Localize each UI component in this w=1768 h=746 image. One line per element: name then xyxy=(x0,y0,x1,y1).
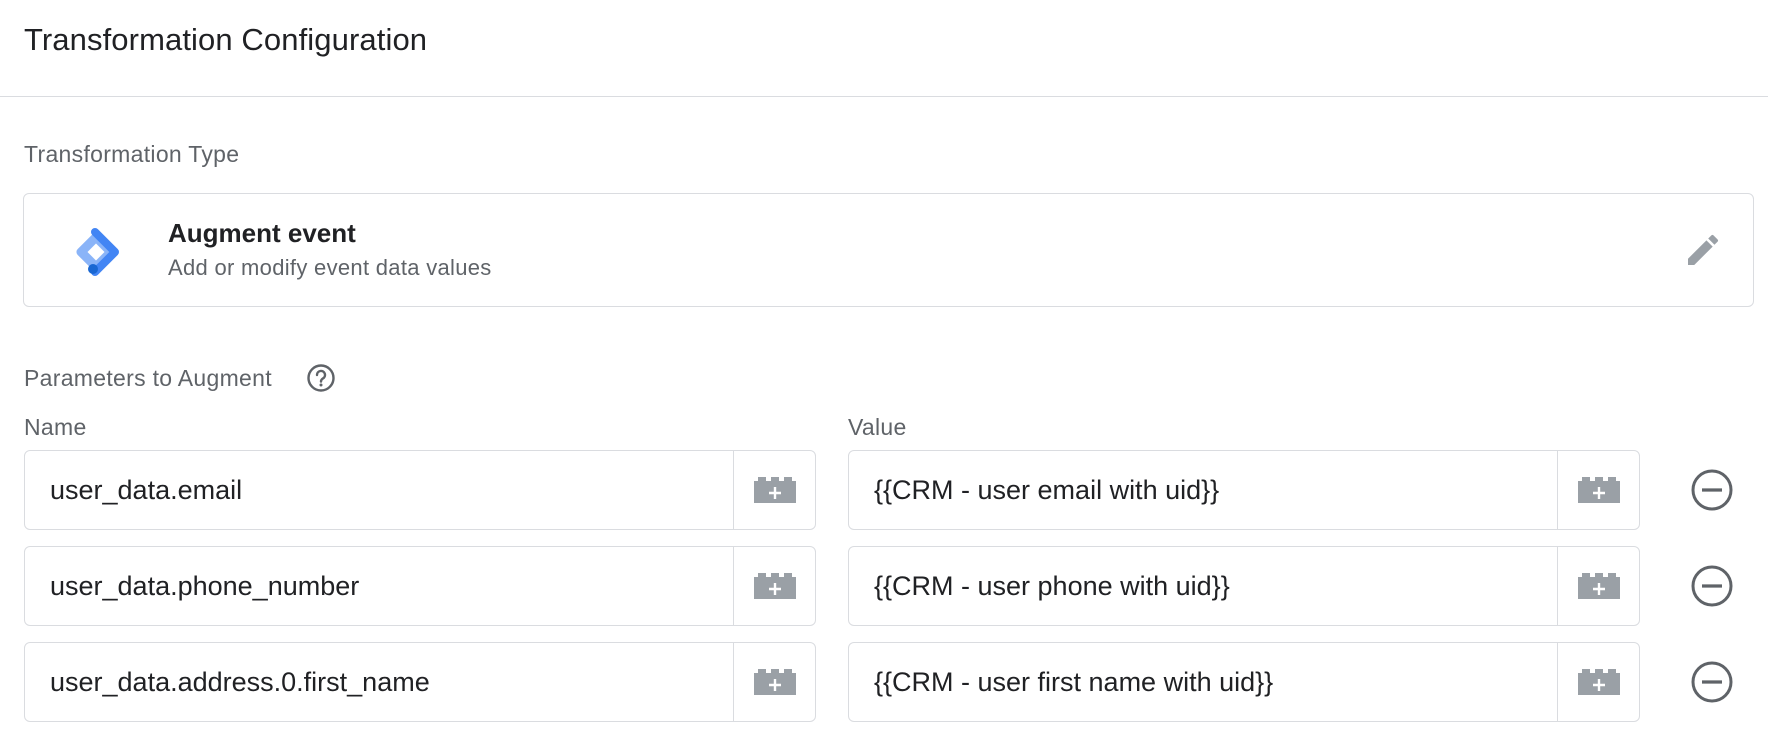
parameter-value-input[interactable]: {{CRM - user email with uid}} xyxy=(849,451,1557,529)
parameter-value-input[interactable]: {{CRM - user first name with uid}} xyxy=(849,643,1557,721)
insert-variable-button[interactable] xyxy=(733,643,815,721)
transformation-type-description: Add or modify event data values xyxy=(168,255,492,280)
page-title: Transformation Configuration xyxy=(24,22,428,57)
remove-circle-icon xyxy=(1691,469,1733,511)
remove-row-button[interactable] xyxy=(1689,467,1735,513)
remove-row-button[interactable] xyxy=(1689,563,1735,609)
variable-block-icon xyxy=(753,477,796,503)
parameters-label: Parameters to Augment xyxy=(24,365,272,391)
insert-variable-button[interactable] xyxy=(1557,451,1639,529)
insert-variable-button[interactable] xyxy=(733,547,815,625)
value-column-header: Value xyxy=(848,414,907,440)
parameter-value-field[interactable]: {{CRM - user email with uid}} xyxy=(848,450,1640,530)
variable-block-icon xyxy=(753,573,796,599)
variable-block-icon xyxy=(1577,669,1620,695)
parameter-row: user_data.email {{CRM - user email with … xyxy=(0,450,1768,530)
transformation-type-label: Transformation Type xyxy=(24,141,240,167)
parameter-name-field[interactable]: user_data.email xyxy=(24,450,816,530)
variable-block-icon xyxy=(1577,477,1620,503)
parameter-value-field[interactable]: {{CRM - user first name with uid}} xyxy=(848,642,1640,722)
variable-block-icon xyxy=(753,669,796,695)
remove-circle-icon xyxy=(1691,565,1733,607)
parameter-row: user_data.address.0.first_name {{CRM - u… xyxy=(0,642,1768,722)
insert-variable-button[interactable] xyxy=(733,451,815,529)
parameter-name-field[interactable]: user_data.address.0.first_name xyxy=(24,642,816,722)
parameter-value-input[interactable]: {{CRM - user phone with uid}} xyxy=(849,547,1557,625)
page-header: Transformation Configuration xyxy=(0,0,1768,97)
parameter-name-field[interactable]: user_data.phone_number xyxy=(24,546,816,626)
remove-circle-icon xyxy=(1691,661,1733,703)
insert-variable-button[interactable] xyxy=(1557,547,1639,625)
pencil-icon xyxy=(1688,234,1719,265)
parameter-value-field[interactable]: {{CRM - user phone with uid}} xyxy=(848,546,1640,626)
transformation-type-title: Augment event xyxy=(168,218,356,248)
parameter-name-input[interactable]: user_data.address.0.first_name xyxy=(25,643,733,721)
parameter-row: user_data.phone_number {{CRM - user phon… xyxy=(0,546,1768,626)
help-circle-icon[interactable] xyxy=(306,363,336,393)
remove-row-button[interactable] xyxy=(1689,659,1735,705)
tag-manager-icon xyxy=(71,227,121,277)
insert-variable-button[interactable] xyxy=(1557,643,1639,721)
variable-block-icon xyxy=(1577,573,1620,599)
name-column-header: Name xyxy=(24,414,87,440)
edit-transformation-type-button[interactable] xyxy=(1681,228,1725,272)
parameter-name-input[interactable]: user_data.email xyxy=(25,451,733,529)
parameter-name-input[interactable]: user_data.phone_number xyxy=(25,547,733,625)
transformation-type-card[interactable]: Augment event Add or modify event data v… xyxy=(23,193,1754,307)
transformation-config-page: Transformation Configuration Transformat… xyxy=(0,0,1768,746)
